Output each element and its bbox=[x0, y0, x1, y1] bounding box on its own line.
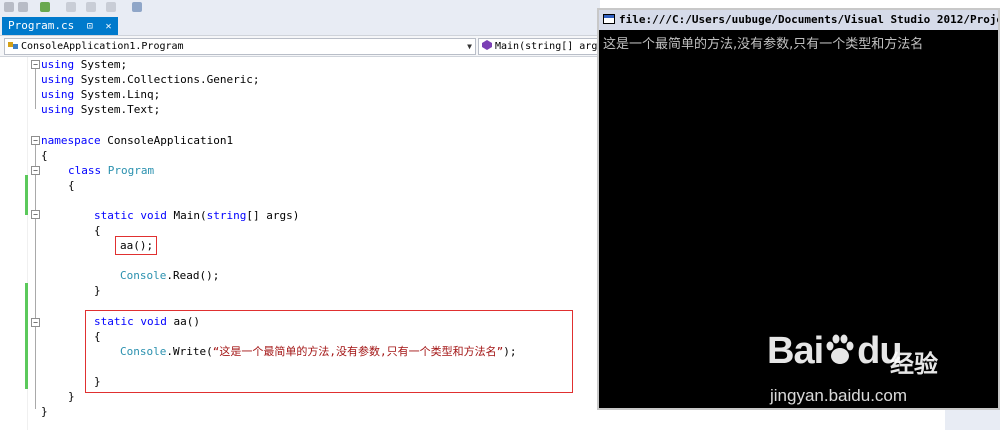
watermark-url: jingyan.baidu.com bbox=[770, 386, 908, 405]
code-line: { bbox=[41, 149, 48, 162]
collapse-icon[interactable]: − bbox=[31, 210, 40, 219]
collapse-icon[interactable]: − bbox=[31, 136, 40, 145]
code-line: } bbox=[94, 284, 101, 297]
change-indicator bbox=[25, 283, 28, 389]
navigation-bar: ConsoleApplication1.Program ▼ Main(strin… bbox=[0, 35, 600, 57]
class-dropdown-value: ConsoleApplication1.Program bbox=[21, 41, 184, 52]
editor-gutter bbox=[0, 57, 28, 430]
tab-program-cs[interactable]: Program.cs ⊡ ✕ bbox=[2, 17, 118, 35]
outline-line bbox=[35, 145, 36, 409]
code-line: using System.Collections.Generic; bbox=[41, 73, 260, 86]
method-dropdown-value: Main(string[] args bbox=[495, 41, 600, 52]
open-file-icon[interactable] bbox=[66, 2, 76, 12]
console-app-icon bbox=[603, 14, 615, 24]
back-icon[interactable] bbox=[4, 2, 14, 12]
highlight-box-method bbox=[85, 310, 573, 393]
method-dropdown[interactable]: Main(string[] args bbox=[478, 38, 600, 55]
paw-icon bbox=[826, 334, 854, 364]
change-indicator bbox=[25, 175, 28, 215]
code-line: } bbox=[41, 405, 48, 418]
save-icon[interactable] bbox=[86, 2, 96, 12]
forward-icon[interactable] bbox=[18, 2, 28, 12]
collapse-icon[interactable]: − bbox=[31, 60, 40, 69]
collapse-icon[interactable]: − bbox=[31, 166, 40, 175]
code-line: static void Main(string[] args) bbox=[94, 209, 300, 222]
document-tab-bar: Program.cs ⊡ ✕ bbox=[0, 14, 600, 35]
chevron-down-icon[interactable]: ▼ bbox=[467, 39, 472, 54]
highlight-box-call bbox=[115, 236, 157, 255]
toolbar bbox=[0, 0, 600, 14]
code-line: class Program bbox=[68, 164, 155, 177]
baidu-watermark: Bai du 经验 jingyan.baidu.com bbox=[745, 330, 985, 420]
code-line: using System; bbox=[41, 58, 128, 71]
code-line: using System.Text; bbox=[41, 103, 161, 116]
code-editor[interactable]: − − − − − using System; using System.Col… bbox=[0, 57, 600, 430]
new-project-icon[interactable] bbox=[40, 2, 50, 12]
console-title-bar[interactable]: file:///C:/Users/uubuge/Documents/Visual… bbox=[599, 10, 998, 30]
console-title: file:///C:/Users/uubuge/Documents/Visual… bbox=[619, 13, 998, 26]
watermark-cn-text: 经验 bbox=[890, 350, 938, 378]
code-line: { bbox=[68, 179, 75, 192]
code-line: using System.Linq; bbox=[41, 88, 161, 101]
class-dropdown[interactable]: ConsoleApplication1.Program ▼ bbox=[4, 38, 476, 55]
code-line: namespace ConsoleApplication1 bbox=[41, 134, 234, 147]
code-line: { bbox=[94, 224, 101, 237]
collapse-icon[interactable]: − bbox=[31, 318, 40, 327]
code-editor-window: Program.cs ⊡ ✕ ConsoleApplication1.Progr… bbox=[0, 0, 600, 430]
tab-label: Program.cs bbox=[8, 19, 75, 32]
undo-icon[interactable] bbox=[132, 2, 142, 12]
pin-icon[interactable]: ⊡ bbox=[87, 18, 93, 36]
method-icon bbox=[482, 40, 492, 50]
console-output: 这是一个最简单的方法,没有参数,只有一个类型和方法名 bbox=[603, 37, 924, 52]
watermark-logo-text: Bai du bbox=[767, 330, 903, 372]
outline-line bbox=[35, 67, 36, 109]
class-icon bbox=[8, 40, 18, 50]
save-all-icon[interactable] bbox=[106, 2, 116, 12]
code-line: Console.Read(); bbox=[120, 269, 220, 282]
code-line: } bbox=[68, 390, 75, 403]
close-icon[interactable]: ✕ bbox=[106, 18, 112, 36]
